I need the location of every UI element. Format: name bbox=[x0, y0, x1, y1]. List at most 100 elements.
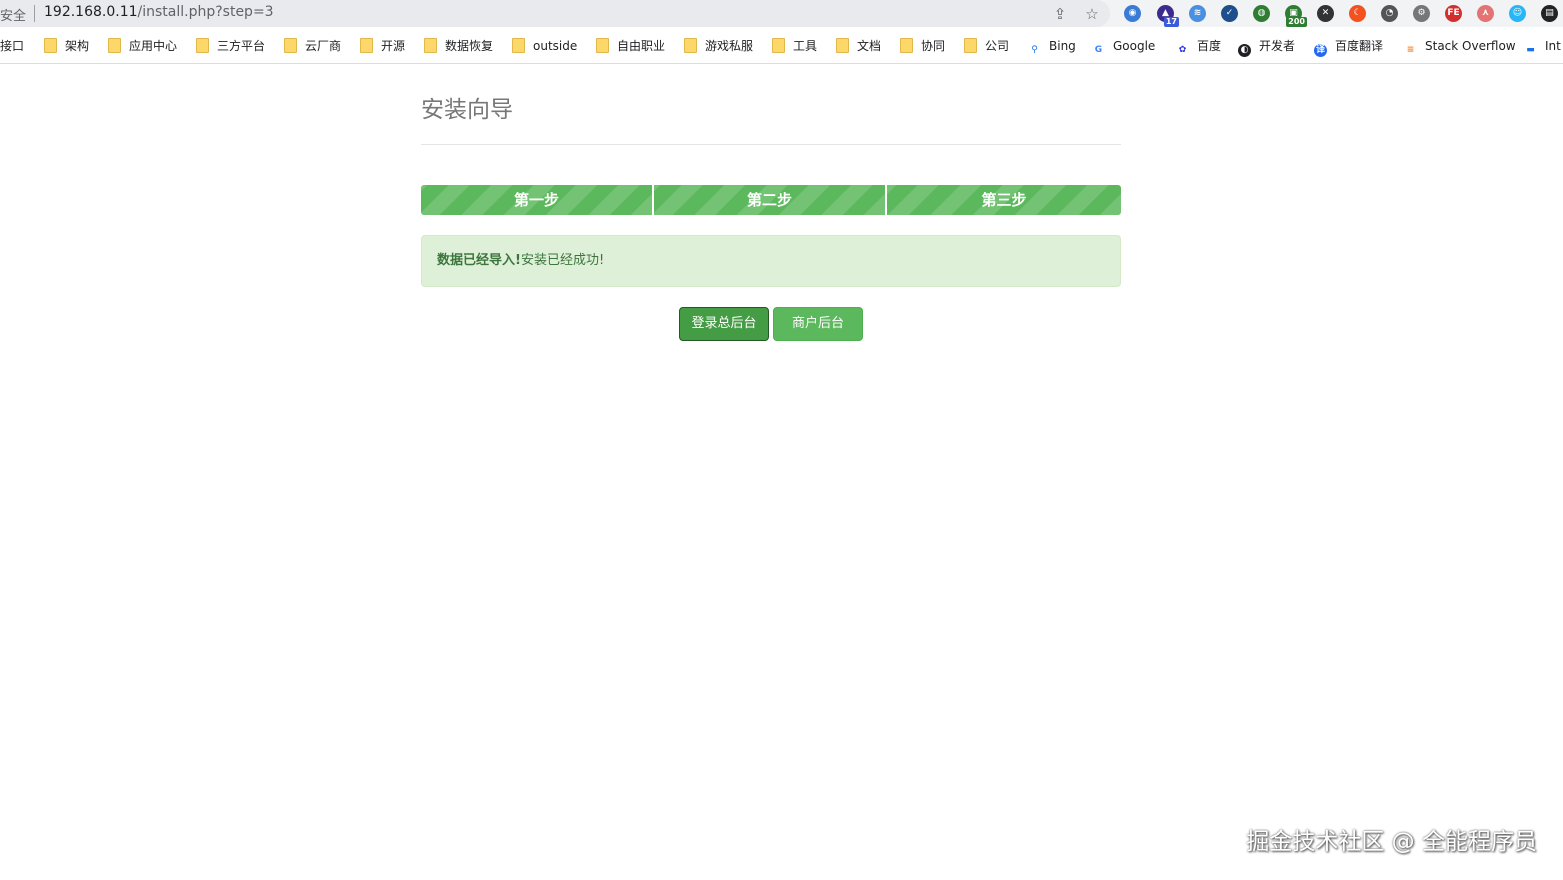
bookmark-item[interactable]: ⚲ Bing bbox=[1028, 37, 1076, 55]
watermark: 掘金技术社区 @ 全能程序员 bbox=[1246, 829, 1537, 855]
folder-icon bbox=[836, 38, 849, 53]
step-1: 第一步 bbox=[421, 185, 652, 215]
search-icon: ⚲ bbox=[1031, 45, 1038, 55]
bookmark-item[interactable]: 工具 bbox=[772, 37, 817, 55]
stackoverflow-icon: ≡ bbox=[1406, 45, 1415, 55]
bookmark-item[interactable]: 应用中心 bbox=[108, 37, 177, 55]
folder-icon bbox=[360, 38, 373, 53]
bookmark-label: 协同 bbox=[921, 39, 946, 53]
bookmark-item[interactable]: 自由职业 bbox=[596, 37, 665, 55]
bookmark-label: outside bbox=[533, 39, 578, 53]
folder-icon bbox=[284, 38, 297, 53]
page-title: 安装向导 bbox=[421, 97, 513, 123]
alert-message: 安装已经成功! bbox=[520, 253, 605, 268]
bookmark-label: 文档 bbox=[857, 39, 882, 53]
baidu-paw-icon: ✿ bbox=[1178, 45, 1187, 55]
gear-extension-icon[interactable]: ⚙ bbox=[1413, 5, 1430, 22]
dev-globe-icon: ◐ bbox=[1238, 44, 1251, 57]
bookmark-item[interactable]: ▬ Int bbox=[1524, 37, 1561, 55]
bookmark-item[interactable]: 文档 bbox=[836, 37, 881, 55]
bookmark-label: 接口 bbox=[0, 39, 25, 53]
bookmark-item[interactable]: ✿ 百度 bbox=[1176, 37, 1221, 55]
bookmark-label: 自由职业 bbox=[617, 39, 666, 53]
bookmark-label: 三方平台 bbox=[217, 39, 266, 53]
security-label[interactable]: 安全 bbox=[0, 5, 26, 24]
bookmark-item[interactable]: 数据恢复 bbox=[424, 37, 493, 55]
bookmark-label: Google bbox=[1113, 39, 1156, 53]
extension-badge: 17 bbox=[1163, 17, 1179, 27]
bookmark-label: 数据恢复 bbox=[445, 39, 494, 53]
check-circle-extension-icon[interactable]: ✓ bbox=[1221, 5, 1238, 22]
bookmark-label: 游戏私服 bbox=[705, 39, 754, 53]
bookmark-label: 工具 bbox=[793, 39, 818, 53]
globe-extension-icon[interactable]: ◉ bbox=[1124, 5, 1141, 22]
bookmark-item[interactable]: G Google bbox=[1092, 37, 1156, 55]
extension-badge: 200 bbox=[1286, 17, 1307, 27]
omnibox-divider bbox=[34, 5, 35, 22]
share-icon[interactable]: ⇪ bbox=[1050, 4, 1070, 24]
success-alert: 数据已经导入!安装已经成功! bbox=[421, 235, 1121, 287]
x-extension-icon[interactable]: ✕ bbox=[1317, 5, 1334, 22]
bookmark-item[interactable]: 云厂商 bbox=[284, 37, 341, 55]
folder-icon bbox=[772, 38, 785, 53]
bookmark-item[interactable]: 游戏私服 bbox=[684, 37, 753, 55]
step-2: 第二步 bbox=[654, 185, 885, 215]
folder-icon bbox=[684, 38, 697, 53]
bookmarks-bar: 接口 架构 应用中心 三方平台 云厂商 开源 数据恢复 outside 自由职业 游戏私服 工具 文档… bbox=[0, 27, 1563, 64]
bookmark-label: Bing bbox=[1049, 39, 1076, 53]
bookmark-label: Int bbox=[1545, 39, 1561, 53]
action-buttons: 登录总后台 商户后台 bbox=[679, 307, 879, 341]
bookmark-label: 开发者 bbox=[1259, 39, 1296, 53]
bookmark-item[interactable]: ◐ 开发者 bbox=[1238, 37, 1296, 57]
fe-extension-icon[interactable]: FE bbox=[1445, 5, 1462, 22]
url-path: /install.php?step=3 bbox=[137, 4, 274, 20]
moon-extension-icon[interactable]: ☾ bbox=[1349, 5, 1366, 22]
title-divider bbox=[421, 144, 1121, 145]
bookmark-item[interactable]: 公司 bbox=[964, 37, 1009, 55]
folder-icon bbox=[596, 38, 609, 53]
stack-extension-icon[interactable]: ≋ bbox=[1189, 5, 1206, 22]
status-200-extension-icon[interactable]: ▣ 200 bbox=[1285, 5, 1307, 27]
face-extension-icon[interactable]: ☺ bbox=[1509, 5, 1526, 22]
address-bar[interactable]: 安全 192.168.0.11/install.php?step=3 ⇪ ☆ bbox=[0, 0, 1110, 27]
bookmark-item[interactable]: 架构 bbox=[44, 37, 89, 55]
graduation-cap-extension-icon[interactable]: ▲ 17 bbox=[1157, 5, 1179, 27]
translate-icon: 译 bbox=[1314, 44, 1327, 57]
bookmark-label: Stack Overflow bbox=[1425, 39, 1516, 53]
bookmark-label: 云厂商 bbox=[305, 39, 342, 53]
url-text[interactable]: 192.168.0.11/install.php?step=3 bbox=[44, 4, 274, 20]
folder-icon bbox=[964, 38, 977, 53]
bookmark-item[interactable]: ≡ Stack Overflow bbox=[1404, 37, 1516, 55]
url-host: 192.168.0.11 bbox=[44, 4, 138, 20]
bookmark-label: 公司 bbox=[985, 39, 1010, 53]
alert-content: 数据已经导入!安装已经成功! bbox=[422, 236, 1120, 286]
earth-extension-icon[interactable]: ◍ bbox=[1253, 5, 1270, 22]
bookmark-star-icon[interactable]: ☆ bbox=[1082, 4, 1102, 24]
bookmark-item[interactable]: 三方平台 bbox=[196, 37, 265, 55]
bookmark-item[interactable]: 开源 bbox=[360, 37, 405, 55]
bar-icon: ▬ bbox=[1526, 45, 1535, 55]
folder-icon bbox=[44, 38, 57, 53]
speedometer-extension-icon[interactable]: ◔ bbox=[1381, 5, 1398, 22]
merchant-backend-button[interactable]: 商户后台 bbox=[773, 307, 863, 341]
browser-toolbar: 安全 192.168.0.11/install.php?step=3 ⇪ ☆ ◉… bbox=[0, 0, 1563, 27]
bookmark-label: 百度翻译 bbox=[1335, 39, 1384, 53]
bookmark-item[interactable]: 协同 bbox=[900, 37, 945, 55]
folder-icon bbox=[424, 38, 437, 53]
bookmark-item[interactable]: outside bbox=[512, 37, 577, 55]
folder-icon bbox=[196, 38, 209, 53]
admin-login-button[interactable]: 登录总后台 bbox=[679, 307, 769, 341]
bookmark-label: 百度 bbox=[1197, 39, 1222, 53]
bookmark-label: 开源 bbox=[381, 39, 406, 53]
tree-extension-icon[interactable]: ⋏ bbox=[1477, 5, 1494, 22]
step-progress-bar: 第一步 第二步 第三步 bbox=[421, 185, 1121, 215]
folder-icon bbox=[108, 38, 121, 53]
panel-extension-icon[interactable]: ▤ bbox=[1541, 5, 1558, 22]
bookmark-item[interactable]: 接口 bbox=[0, 37, 24, 55]
bookmark-item[interactable]: 译百度翻译 bbox=[1314, 37, 1384, 57]
bookmark-label: 应用中心 bbox=[129, 39, 178, 53]
bookmark-label: 架构 bbox=[65, 39, 90, 53]
alert-strong-text: 数据已经导入! bbox=[437, 253, 521, 268]
step-3: 第三步 bbox=[887, 185, 1121, 215]
folder-icon bbox=[512, 38, 525, 53]
